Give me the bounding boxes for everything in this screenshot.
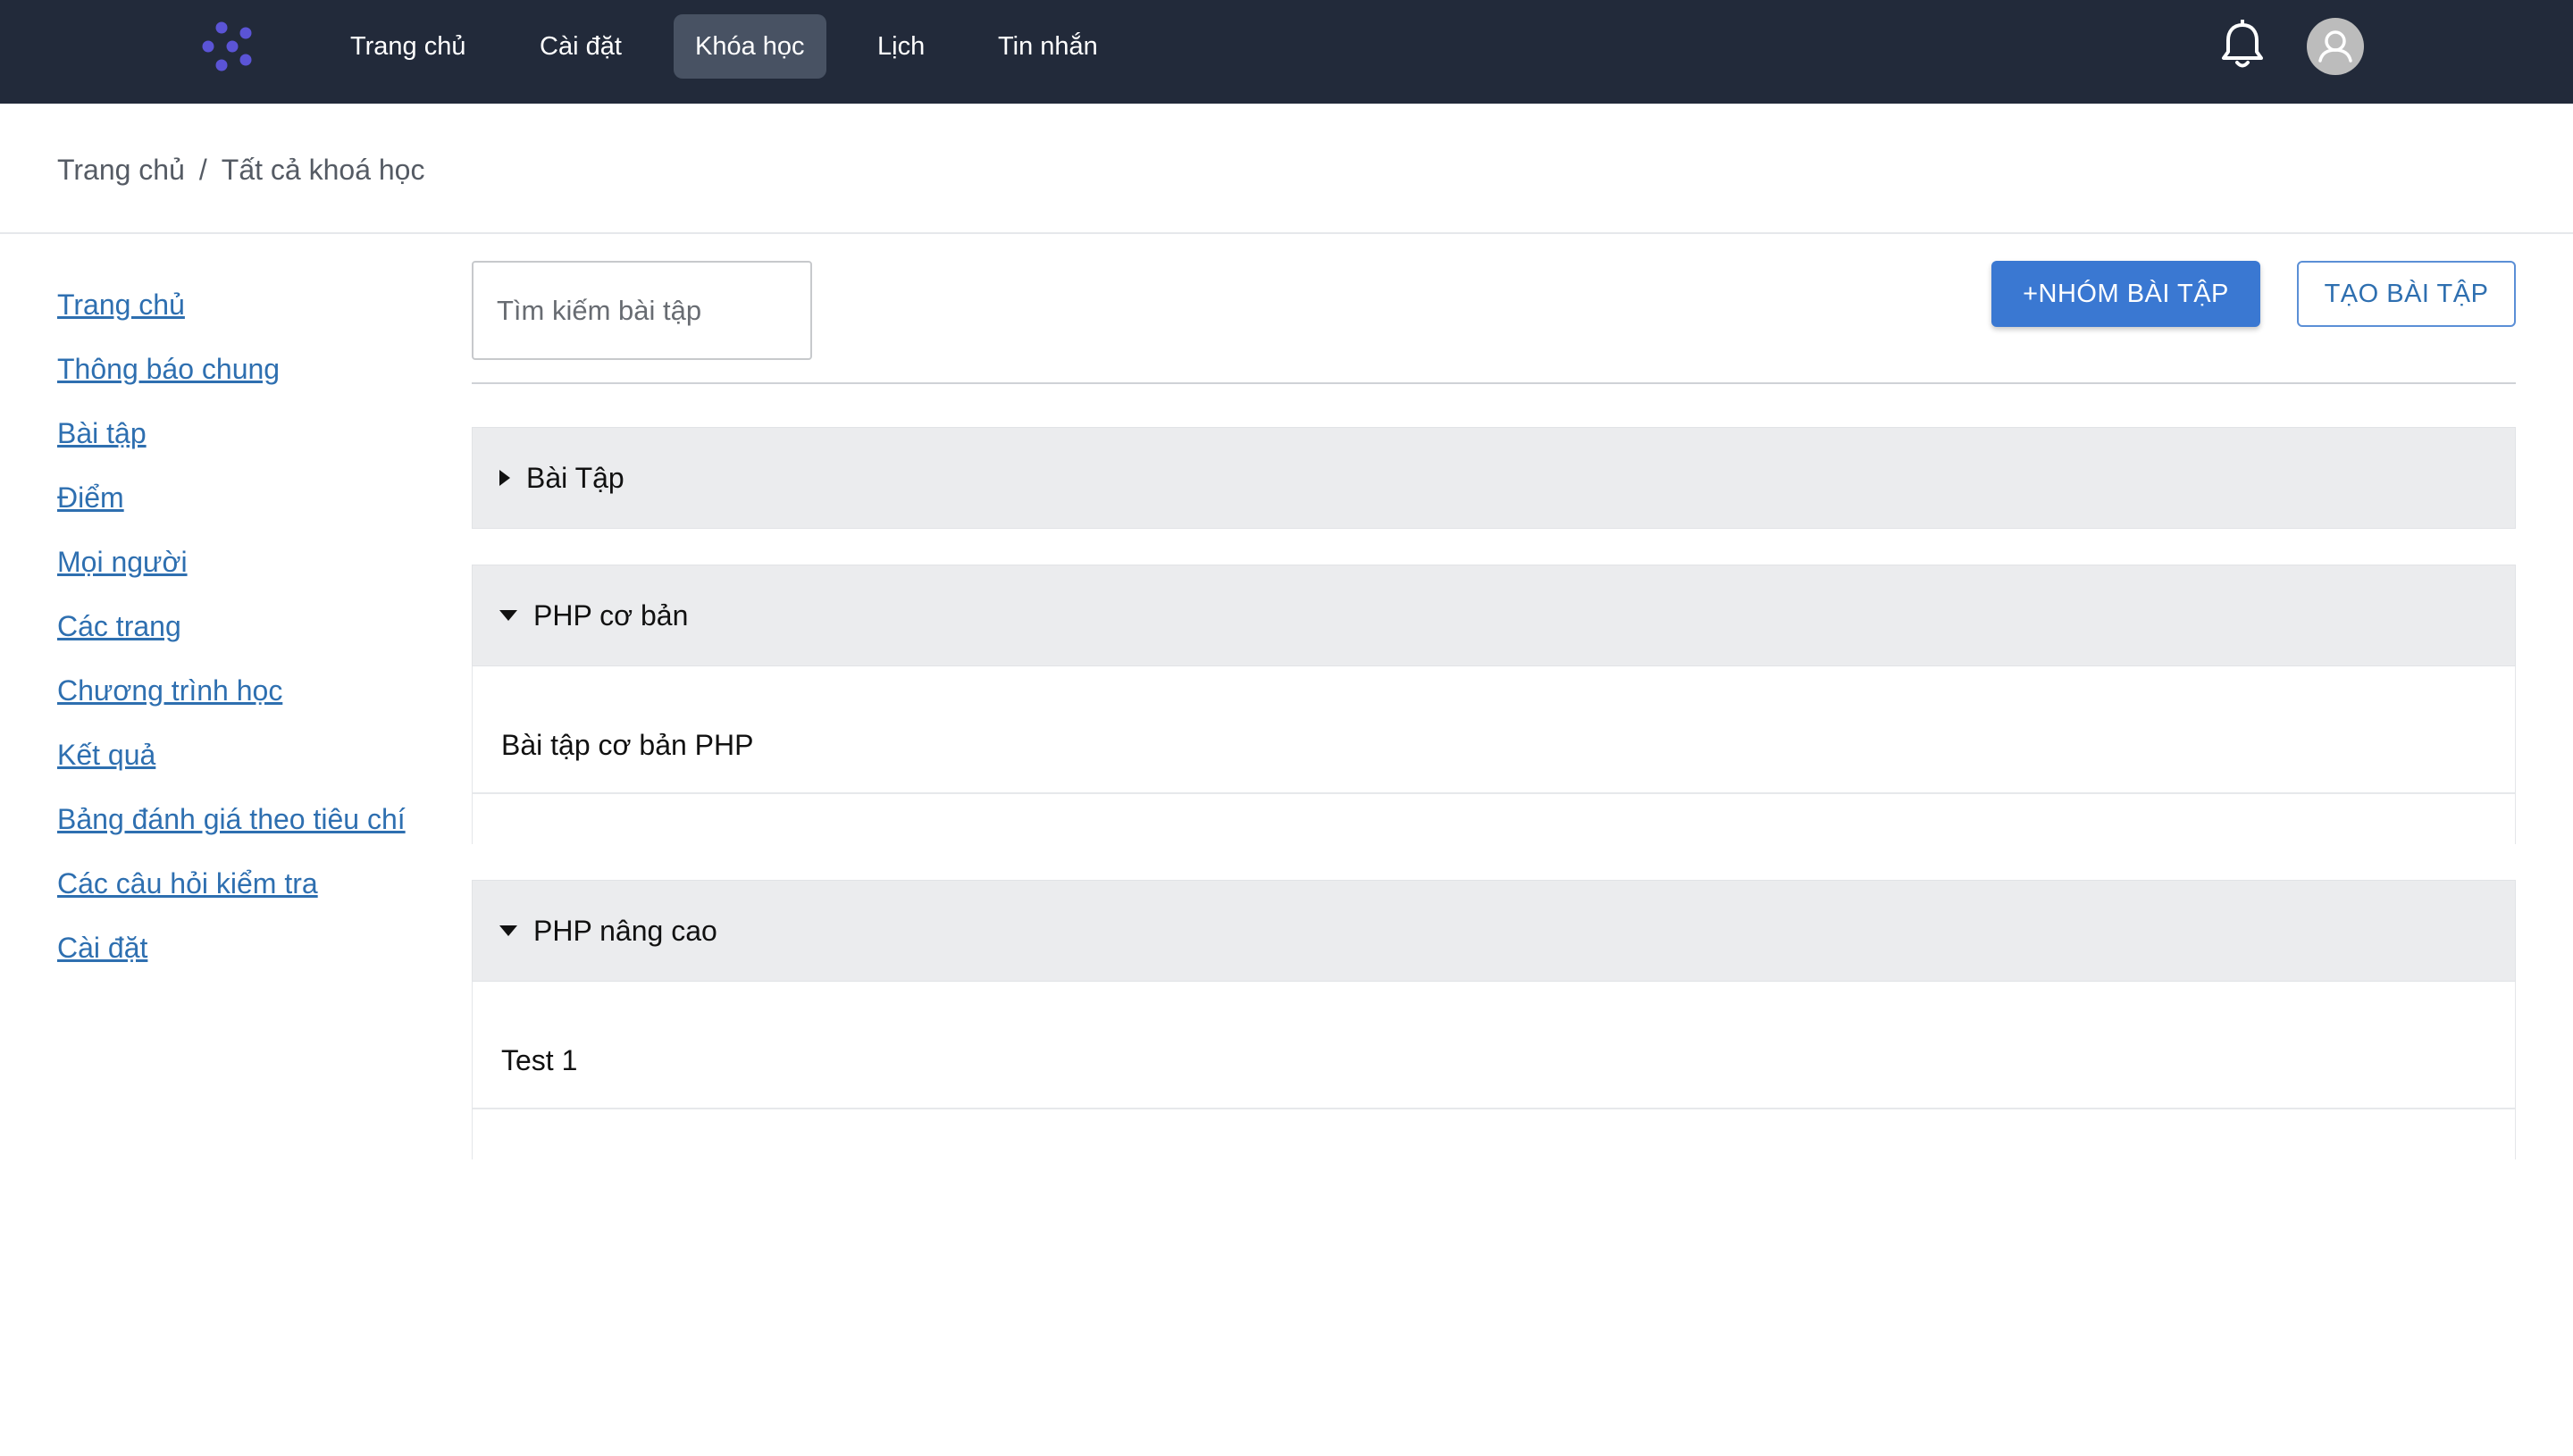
caret-down-icon — [499, 610, 517, 621]
search-assignment-input[interactable] — [472, 261, 812, 360]
add-assignment-group-button[interactable]: +NHÓM BÀI TẬP — [1991, 261, 2260, 327]
assignment-group-body: Bài tập cơ bản PHP — [472, 666, 2516, 844]
assignment-group: Bài Tập — [472, 427, 2516, 529]
create-assignment-button[interactable]: TẠO BÀI TẬP — [2297, 261, 2516, 327]
nav-item-courses[interactable]: Khóa học — [674, 14, 826, 79]
sidebar-item-people[interactable]: Mọi người — [57, 541, 432, 606]
assignment-group-header[interactable]: PHP cơ bản — [472, 565, 2516, 666]
sidebar-item-syllabus[interactable]: Chương trình học — [57, 670, 432, 734]
assignment-group-header[interactable]: Bài Tập — [472, 427, 2516, 529]
breadcrumb-home[interactable]: Trang chủ — [57, 154, 185, 186]
assignment-group-title: PHP cơ bản — [533, 598, 689, 632]
sidebar-item-announcements[interactable]: Thông báo chung — [57, 348, 432, 413]
breadcrumb-separator: / — [198, 154, 207, 186]
assignment-item[interactable]: Test 1 — [473, 982, 2515, 1109]
sidebar-item-settings[interactable]: Cài đặt — [57, 927, 432, 992]
assignment-group-body: Test 1 — [472, 982, 2516, 1159]
assignment-list-spacer — [473, 1109, 2515, 1159]
sidebar-item-home[interactable]: Trang chủ — [57, 284, 432, 348]
caret-down-icon — [499, 925, 517, 936]
assignment-list-spacer — [473, 794, 2515, 844]
nav-item-calendar[interactable]: Lịch — [856, 14, 946, 79]
top-navigation-bar: Trang chủ Cài đặt Khóa học Lịch Tin nhắn — [0, 0, 2573, 104]
breadcrumb-bar: Trang chủ / Tất cả khoá học — [0, 104, 2573, 234]
toolbar-divider — [472, 382, 2516, 384]
sidebar-item-grades[interactable]: Điểm — [57, 477, 432, 541]
user-avatar-icon[interactable] — [2307, 18, 2364, 75]
breadcrumb-current: Tất cả khoá học — [221, 154, 425, 186]
sidebar-item-quizzes[interactable]: Các câu hỏi kiểm tra — [57, 863, 432, 927]
assignment-group-title: Bài Tập — [526, 461, 624, 494]
sidebar-item-rubrics[interactable]: Bảng đánh giá theo tiêu chí — [57, 799, 432, 863]
assignment-group: PHP nâng cao Test 1 — [472, 880, 2516, 1159]
sidebar-item-outcomes[interactable]: Kết quả — [57, 734, 432, 799]
assignment-group-title: PHP nâng cao — [533, 914, 717, 947]
sidebar-item-pages[interactable]: Các trang — [57, 606, 432, 670]
caret-right-icon — [499, 470, 510, 486]
nav-item-home[interactable]: Trang chủ — [329, 14, 488, 79]
bell-icon[interactable] — [2219, 19, 2266, 71]
nav-item-messages[interactable]: Tin nhắn — [976, 14, 1119, 79]
logo-icon[interactable] — [197, 20, 257, 73]
sidebar-item-assignments[interactable]: Bài tập — [57, 413, 432, 477]
nav-item-settings[interactable]: Cài đặt — [518, 14, 643, 79]
course-sidebar: Trang chủ Thông báo chung Bài tập Điểm M… — [57, 284, 432, 992]
breadcrumb: Trang chủ / Tất cả khoá học — [57, 154, 424, 187]
assignment-item[interactable]: Bài tập cơ bản PHP — [473, 666, 2515, 794]
assignment-group-header[interactable]: PHP nâng cao — [472, 880, 2516, 982]
assignment-group: PHP cơ bản Bài tập cơ bản PHP — [472, 565, 2516, 844]
